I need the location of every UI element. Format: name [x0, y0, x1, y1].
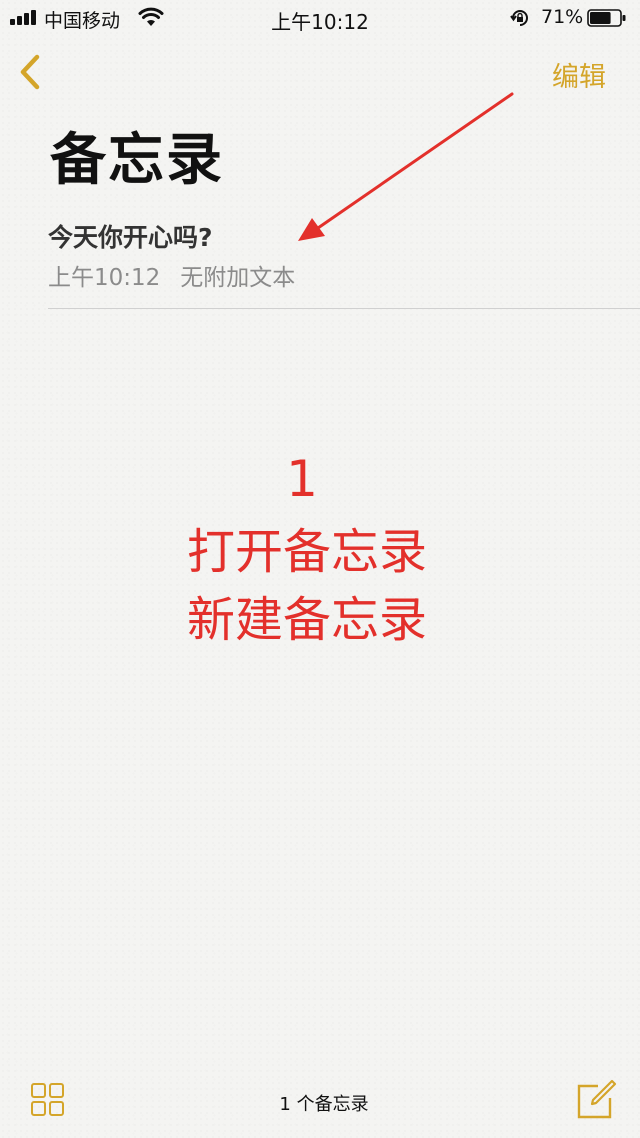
annotation-arrow	[298, 92, 514, 241]
list-item[interactable]: 今天你开心吗? 上午10:12 无附加文本	[48, 214, 640, 308]
rotation-lock-icon	[509, 7, 531, 34]
battery-icon	[587, 9, 626, 27]
annotation-line-2: 新建备忘录	[186, 592, 427, 648]
annotation-number: 1	[286, 450, 318, 508]
compose-button[interactable]	[574, 1078, 618, 1122]
note-subtitle: 无附加文本	[180, 265, 296, 291]
note-time: 上午10:12	[48, 265, 161, 291]
chevron-left-icon	[20, 54, 40, 90]
back-button[interactable]	[14, 50, 48, 94]
annotation-line-1: 打开备忘录	[186, 524, 427, 580]
note-meta: 上午10:12 无附加文本	[48, 258, 295, 292]
battery-percent: 71%	[541, 6, 584, 28]
divider	[48, 308, 640, 309]
edit-button[interactable]: 编辑	[552, 55, 606, 94]
note-count: 1 个备忘录	[279, 1094, 369, 1115]
note-title: 今天你开心吗?	[48, 223, 213, 252]
page-title: 备忘录	[50, 128, 224, 193]
status-bar: 中国移动 上午10:12 71%	[0, 0, 640, 38]
compose-icon	[577, 1079, 617, 1119]
